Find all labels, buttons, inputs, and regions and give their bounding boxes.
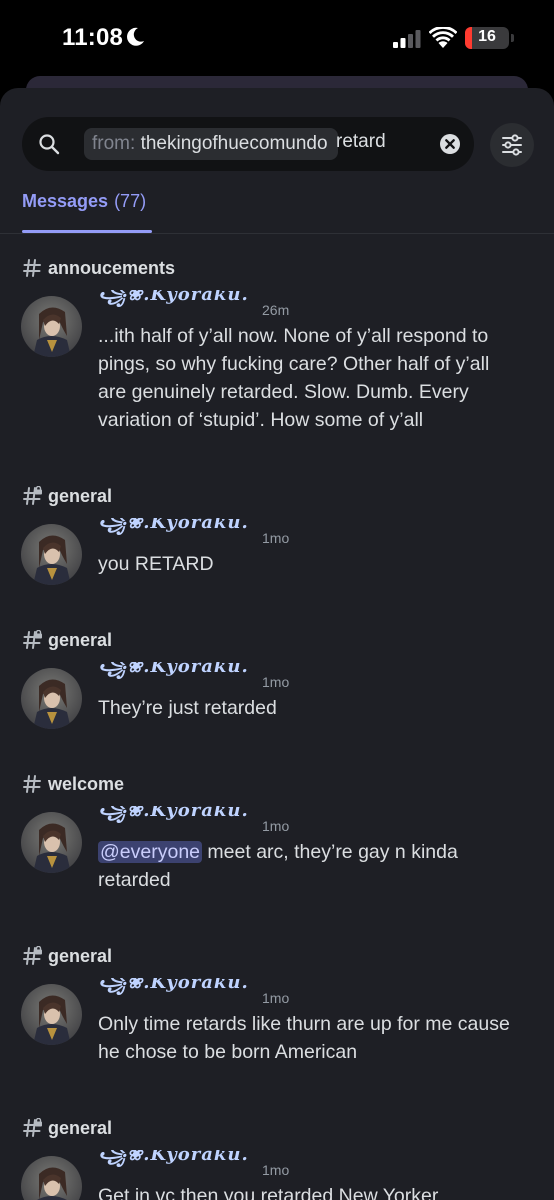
avatar[interactable]: [21, 296, 82, 357]
cellular-signal-icon: [393, 30, 421, 48]
hash-icon: [23, 775, 41, 793]
battery-level: 16: [478, 28, 496, 45]
message-body: Get in vc then you retarded New Yorker: [98, 1185, 439, 1200]
search-bar[interactable]: from: thekingofhuecomundo retard: [22, 117, 474, 171]
avatar[interactable]: [21, 812, 82, 873]
message-text: ...ith half of y’all now. None of y’all …: [98, 322, 518, 434]
channel-header[interactable]: general: [22, 1116, 112, 1140]
message-body: you RETARD: [98, 553, 214, 575]
avatar[interactable]: [21, 668, 82, 729]
hash-icon: [23, 259, 41, 277]
message-text: @everyone meet arc, they’re gay n kinda …: [98, 838, 518, 894]
author-name: ꧁❀.Kyoraku.: [98, 978, 249, 993]
author-name: ꧁❀.Kyoraku.: [98, 518, 249, 533]
clear-icon[interactable]: [439, 133, 461, 155]
channel-name: welcome: [48, 773, 125, 794]
tab-messages-label: Messages: [22, 191, 109, 211]
message-text: you RETARD: [98, 550, 518, 578]
author-name-row[interactable]: ꧁❀.Kyoraku.: [98, 1150, 249, 1178]
channel-header[interactable]: general: [22, 484, 112, 508]
search-sheet: from: thekingofhuecomundo retard Message…: [0, 88, 554, 1200]
filter-prefix: from:: [92, 133, 136, 154]
author-name: ꧁❀.Kyoraku.: [98, 290, 249, 305]
screen: 11:08 16 from: thekingofhuecomundo retar…: [0, 0, 554, 1200]
author-name-row[interactable]: ꧁❀.Kyoraku.: [98, 978, 249, 1006]
channel-header[interactable]: annoucements: [22, 256, 175, 280]
channel-name: general: [48, 485, 113, 506]
filter-button[interactable]: [490, 123, 534, 167]
author-name: ꧁❀.Kyoraku.: [98, 806, 249, 821]
filter-sliders-icon: [502, 134, 522, 156]
moon-icon: [127, 27, 144, 46]
tab-messages-count: (77): [114, 191, 147, 211]
hash-lock-icon: [23, 946, 42, 965]
message-text: They’re just retarded: [98, 694, 518, 722]
wifi-icon: [429, 27, 457, 48]
channel-name: general: [48, 1117, 113, 1138]
status-bar: 11:08 16: [0, 0, 554, 76]
author-name-row[interactable]: ꧁❀.Kyoraku.: [98, 518, 249, 546]
battery-nub: [511, 34, 514, 42]
channel-name: annoucements: [48, 257, 176, 278]
message-timestamp: 1mo: [262, 674, 290, 690]
author-name-row[interactable]: ꧁❀.Kyoraku.: [98, 290, 249, 318]
from-filter-chip[interactable]: from: thekingofhuecomundo: [84, 128, 338, 160]
tabs-divider: [0, 233, 554, 234]
channel-name: general: [48, 629, 113, 650]
avatar[interactable]: [21, 524, 82, 585]
author-name: ꧁❀.Kyoraku.: [98, 662, 249, 677]
message-text: Only time retards like thurn are up for …: [98, 1010, 518, 1066]
author-name-row[interactable]: ꧁❀.Kyoraku.: [98, 662, 249, 690]
message-text: Get in vc then you retarded New Yorker: [98, 1182, 518, 1200]
everyone-mention[interactable]: @everyone: [98, 841, 203, 863]
battery-indicator: 16: [465, 27, 509, 49]
filter-value: thekingofhuecomundo: [140, 133, 328, 154]
author-name-row[interactable]: ꧁❀.Kyoraku.: [98, 806, 249, 834]
hash-lock-icon: [23, 486, 42, 505]
author-name: ꧁❀.Kyoraku.: [98, 1150, 249, 1165]
status-time: 11:08: [62, 24, 124, 51]
avatar[interactable]: [21, 1156, 82, 1200]
message-timestamp: 1mo: [262, 1162, 290, 1178]
hash-lock-icon: [23, 1118, 42, 1137]
channel-name: general: [48, 945, 113, 966]
message-body: ...ith half of y’all now. None of y’all …: [98, 325, 490, 431]
message-body: Only time retards like thurn are up for …: [98, 1013, 510, 1063]
tab-messages[interactable]: Messages (77): [22, 191, 146, 212]
channel-header[interactable]: general: [22, 944, 112, 968]
search-query[interactable]: retard: [336, 131, 386, 153]
message-timestamp: 26m: [262, 302, 290, 318]
channel-header[interactable]: welcome: [22, 772, 124, 796]
message-timestamp: 1mo: [262, 818, 290, 834]
search-icon: [39, 134, 60, 155]
channel-header[interactable]: general: [22, 628, 112, 652]
hash-lock-icon: [23, 630, 42, 649]
message-body: They’re just retarded: [98, 697, 277, 719]
message-timestamp: 1mo: [262, 530, 290, 546]
avatar[interactable]: [21, 984, 82, 1045]
message-timestamp: 1mo: [262, 990, 290, 1006]
